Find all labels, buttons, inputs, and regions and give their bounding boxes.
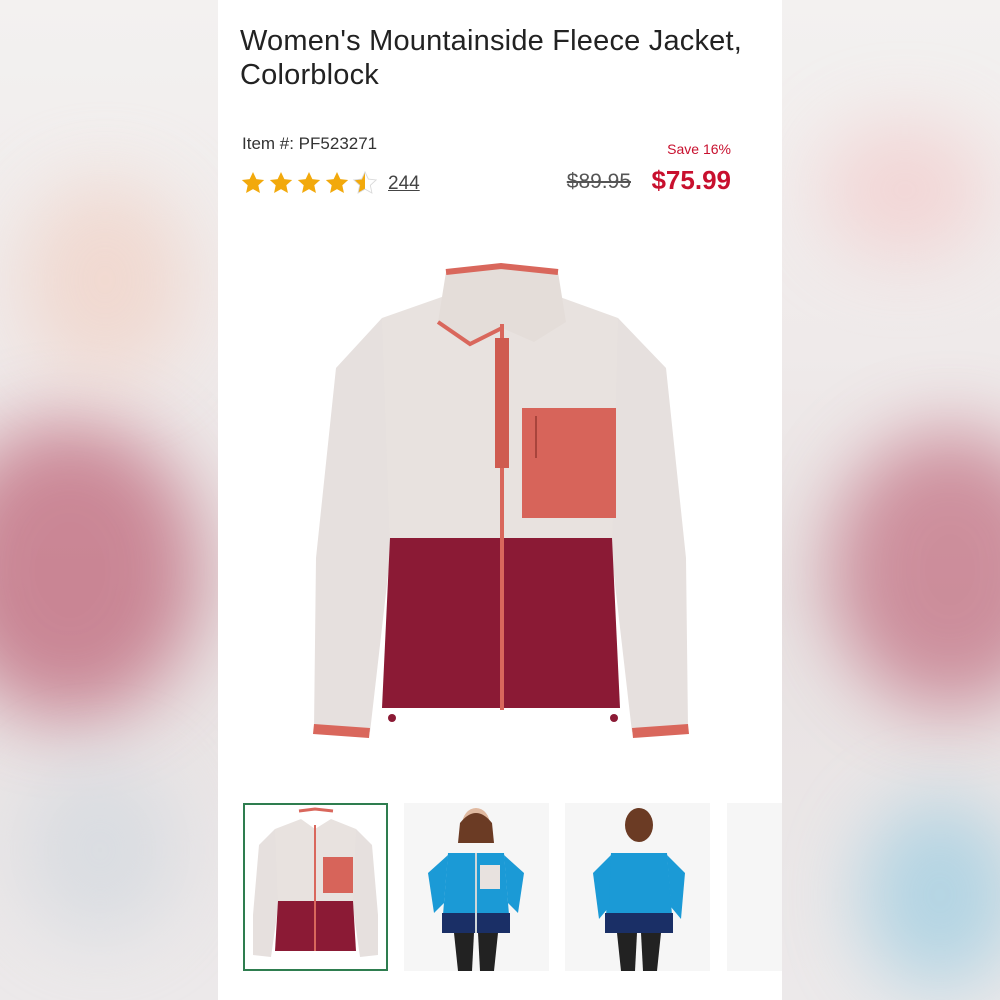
- thumbnail-model-back[interactable]: [565, 803, 710, 971]
- star-icon: [325, 171, 349, 193]
- product-title: Women's Mountainside Fleece Jacket, Colo…: [240, 25, 743, 91]
- star-icon: [269, 171, 293, 193]
- backdrop-blob: [20, 180, 190, 380]
- backdrop-blob: [20, 760, 180, 940]
- thumbnail-image: [253, 807, 378, 957]
- star-icon: [241, 171, 265, 193]
- item-number: Item #: PF523271: [242, 134, 378, 153]
- backdrop-blob: [860, 800, 1000, 990]
- sale-price: $75.99: [651, 165, 731, 195]
- thumbnail-model-front[interactable]: [404, 803, 549, 971]
- backdrop-blob: [830, 430, 1000, 710]
- save-percent-badge: Save 16%: [667, 141, 731, 157]
- thumbnail-jacket-flat[interactable]: [243, 803, 388, 971]
- product-card: Women's Mountainside Fleece Jacket, Colo…: [218, 0, 782, 1000]
- thumbnail-image: [428, 808, 524, 971]
- half-star-icon: [352, 170, 378, 194]
- backdrop-blob: [820, 120, 990, 260]
- star-rating: [240, 168, 378, 198]
- original-price: $89.95: [566, 170, 631, 193]
- star-icon: [297, 171, 321, 193]
- thumbnail-partial[interactable]: [727, 803, 782, 971]
- backdrop-blob: [0, 420, 200, 720]
- thumbnail-strip: [243, 803, 782, 975]
- review-count-link[interactable]: 244: [388, 173, 420, 195]
- main-product-image[interactable]: [296, 258, 704, 748]
- thumbnail-image: [593, 808, 685, 971]
